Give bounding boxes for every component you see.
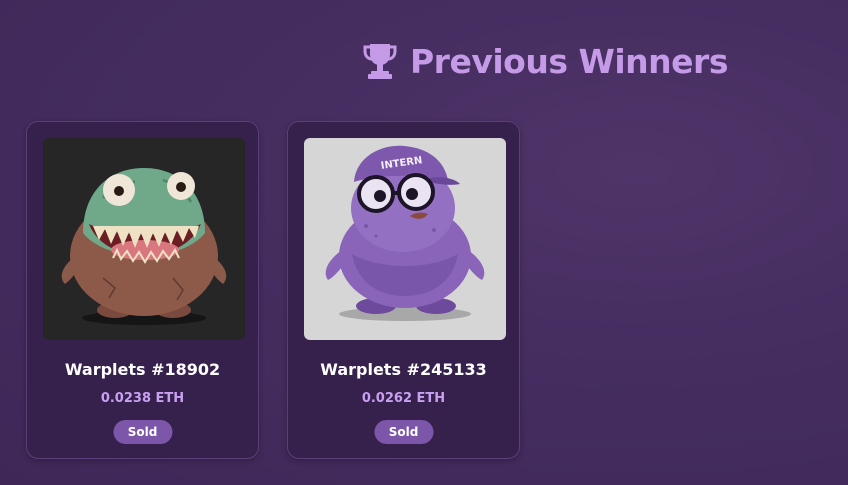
winner-card[interactable]: Warplets #18902 0.0238 ETH Sold (26, 121, 259, 459)
nft-name[interactable]: Warplets #245133 (288, 360, 519, 379)
nft-artwork[interactable]: INTERN (304, 138, 506, 340)
nft-price: 0.0238 ETH (100, 391, 185, 406)
nft-artwork[interactable] (43, 138, 245, 340)
section-header: Previous Winners (362, 40, 728, 82)
sold-badge: Sold (374, 420, 433, 444)
nft-name[interactable]: Warplets #18902 (27, 360, 258, 379)
green-monster-illustration (43, 138, 245, 340)
section-title: Previous Winners (410, 41, 728, 81)
winner-card[interactable]: INTERN Warplets #245133 0.0262 ETH Sold (287, 121, 520, 459)
sold-badge: Sold (113, 420, 172, 444)
trophy-icon (363, 44, 397, 79)
nft-price: 0.0262 ETH (361, 391, 446, 406)
purple-intern-creature-illustration: INTERN (304, 138, 506, 340)
